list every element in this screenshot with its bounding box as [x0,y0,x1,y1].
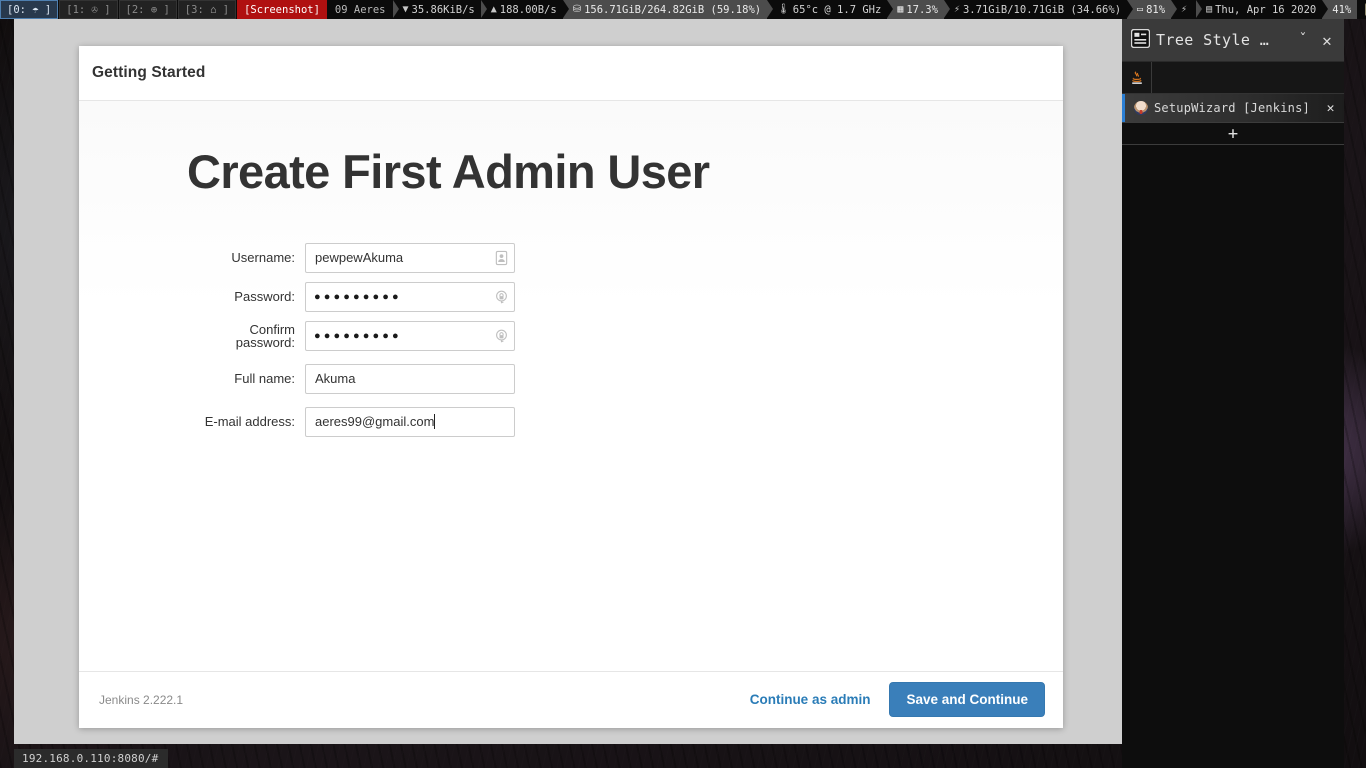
battery-percent-value: 81% [1146,3,1166,16]
form-row-confirm-password: Confirm password: ●●●●●●●●● [187,320,1063,351]
status-block-clock[interactable]: ▤ Thu, Apr 16 2020 [1196,0,1323,19]
thermometer-icon: 🌡 [777,4,790,15]
email-input[interactable] [305,406,515,437]
confirm-password-field-wrap: ●●●●●●●●● [305,320,515,351]
form-row-username: Username: [187,242,1063,273]
sidebar-tab-setupwizard[interactable]: SetupWizard [Jenkins] ✕ [1122,94,1344,123]
autofill-password-icon[interactable] [494,328,509,344]
tree-style-tab-sidebar: Tree Style … ˇ ✕ SetupWizard [Jenkins] ✕… [1122,19,1344,768]
chevron-down-icon[interactable]: ˇ [1294,31,1312,49]
download-arrow-icon: ▼ [402,4,409,15]
jenkins-version-label: Jenkins 2.222.1 [99,692,184,707]
password-input[interactable] [305,281,515,312]
sidebar-title: Tree Style … [1156,31,1270,49]
username-label: Username: [231,250,295,266]
java-icon[interactable] [1122,62,1152,93]
password-label: Password: [234,289,295,305]
username-field-wrap [305,242,515,273]
email-field-wrap: aeres99@gmail.com [305,406,515,437]
cpu-temp-value: 65°c @ 1.7 GHz [792,3,882,16]
download-rate-value: 35.86KiB/s [411,3,475,16]
cpu-icon: ▦ [897,4,904,15]
status-block-battery[interactable]: ▭ 81% [1127,0,1172,19]
status-block-memory[interactable]: ⚡ 3.71GiB/10.71GiB (34.66%) [943,0,1128,19]
tab-close-icon[interactable]: ✕ [1323,101,1338,116]
workspace-0[interactable]: [0: ☂ ] [0,0,59,19]
brightness-value: 41% [1332,3,1352,16]
memory-icon: ⚡ [953,4,960,15]
upload-rate-value: 188.00B/s [499,3,557,16]
card-footer: Jenkins 2.222.1 Continue as admin Save a… [79,671,1063,727]
confirm-password-input[interactable] [305,320,515,351]
page-header-title: Getting Started [92,64,206,81]
memory-usage-value: 3.71GiB/10.71GiB (34.66%) [962,3,1122,16]
form-row-password: Password: ●●●●●●●●● [187,281,1063,312]
continue-as-admin-button[interactable]: Continue as admin [750,692,871,707]
cpu-load-value: 17.3% [906,3,938,16]
disk-icon: ⛁ [572,4,582,15]
workspace-group: [0: ☂ ] [1: ✇ ] [2: ⊕ ] [3: ⌂ ] [Screens… [0,0,328,19]
sidebar-header: Tree Style … ˇ ✕ [1122,19,1344,62]
disk-usage-value: 156.71GiB/264.82GiB (59.18%) [584,3,762,16]
footer-actions: Continue as admin Save and Continue [750,682,1045,717]
jenkins-favicon [1134,101,1148,115]
status-blocks: ▼ 35.86KiB/s ▲ 188.00B/s ⛁ 156.71GiB/264… [392,0,1366,19]
form-row-fullname: Full name: [187,363,1063,394]
save-and-continue-button[interactable]: Save and Continue [889,682,1045,717]
browser-viewport: Getting Started Create First Admin User … [14,19,1122,744]
sidebar-panel-icon [1130,28,1151,52]
password-field-wrap: ●●●●●●●●● [305,281,515,312]
status-block-cpu-temp[interactable]: 🌡 65°c @ 1.7 GHz [767,0,888,19]
plug-icon: ⚡ [1181,4,1188,15]
status-block-power[interactable]: ⚡ [1171,0,1197,19]
calendar-icon: ▤ [1206,4,1213,15]
i3-status-bar: [0: ☂ ] [1: ✇ ] [2: ⊕ ] [3: ⌂ ] [Screens… [0,0,1366,19]
system-tray: ☷ ▮ ▼ ᛦ qb [1357,0,1366,19]
workspace-2[interactable]: [2: ⊕ ] [118,0,177,19]
link-status-popup: 192.168.0.110:8080/# [14,749,169,768]
confirm-password-label: Confirm password: [235,321,295,350]
username-input[interactable] [305,242,515,273]
autofill-password-icon[interactable] [494,289,509,305]
status-block-upload[interactable]: ▲ 188.00B/s [480,0,563,19]
email-label: E-mail address: [204,414,295,430]
workspace-screenshot[interactable]: [Screenshot] [237,0,327,19]
form-row-email: E-mail address: aeres99@gmail.com [187,406,1063,437]
card-header: Getting Started [79,46,1063,101]
autofill-identity-icon[interactable] [494,250,509,266]
upload-arrow-icon: ▲ [490,4,497,15]
setup-wizard-card: Getting Started Create First Admin User … [79,46,1063,728]
status-block-brightness[interactable]: 41% [1322,0,1358,19]
fullname-label: Full name: [234,371,295,387]
card-body: Create First Admin User Username: pewpew… [79,101,1063,671]
fullname-input[interactable] [305,363,515,394]
status-block-disk[interactable]: ⛁ 156.71GiB/264.82GiB (59.18%) [562,0,768,19]
battery-bar-icon: ▭ [1137,4,1144,15]
desktop-root: [0: ☂ ] [1: ✇ ] [2: ⊕ ] [3: ⌂ ] [Screens… [0,0,1366,768]
sidebar-tab-label: SetupWizard [Jenkins] [1154,101,1310,115]
active-window-title: 09 Aeres [334,3,386,16]
clock-date-value: Thu, Apr 16 2020 [1215,3,1317,16]
status-block-cpu-load[interactable]: ▦ 17.3% [887,0,944,19]
sidebar-toolbar [1122,62,1344,94]
page-title: Create First Admin User [187,145,710,198]
close-icon[interactable]: ✕ [1318,31,1336,50]
workspace-3[interactable]: [3: ⌂ ] [177,0,237,19]
new-tab-button[interactable]: + [1122,123,1344,145]
workspace-1[interactable]: [1: ✇ ] [59,0,118,19]
status-block-download[interactable]: ▼ 35.86KiB/s [392,0,481,19]
fullname-field-wrap [305,363,515,394]
